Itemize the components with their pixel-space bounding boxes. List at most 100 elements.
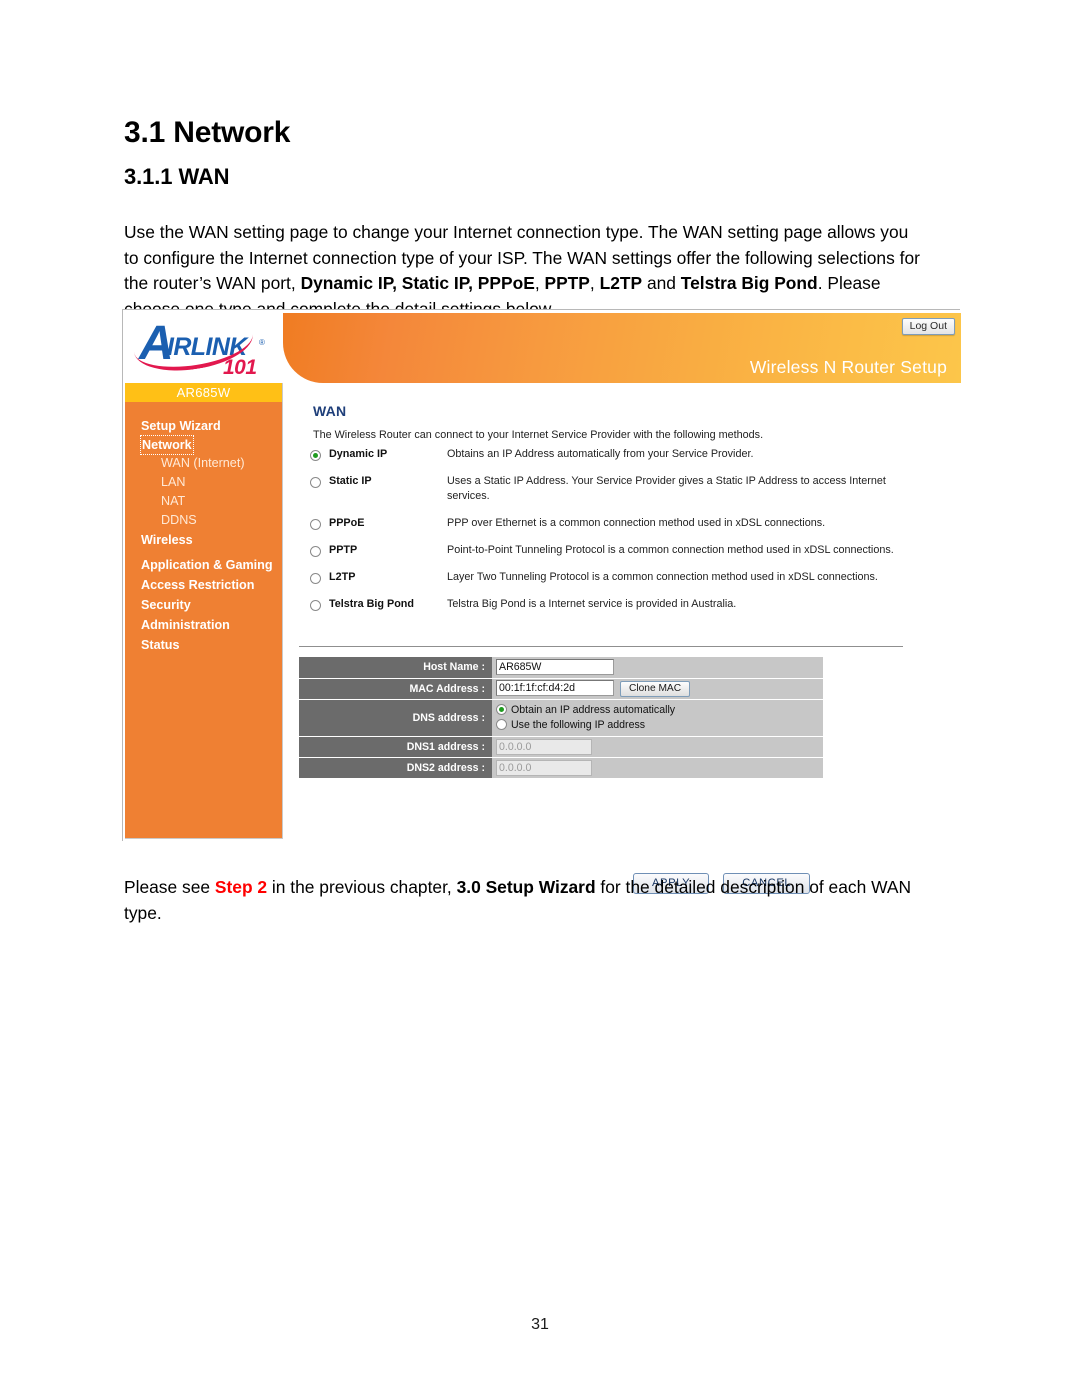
sidebar-item-wireless[interactable]: Wireless	[125, 530, 282, 550]
dns-manual-label: Use the following IP address	[511, 718, 646, 731]
dns-auto-label: Obtain an IP address automatically	[511, 703, 676, 716]
brand-logo: A IRLINK ® 101	[125, 311, 283, 383]
ui-banner: Log Out Wireless N Router Setup	[283, 313, 961, 383]
dns1-input[interactable]	[496, 738, 592, 755]
table-row-dns1: DNS1 address :	[299, 736, 823, 758]
dns2-label: DNS2 address :	[299, 757, 492, 779]
router-ui-screenshot: A IRLINK ® 101 Log Out Wireless N Router…	[122, 309, 961, 894]
table-row-mac-address: MAC Address : Clone MAC	[299, 678, 823, 700]
connection-option-static-ip[interactable]: Static IP Uses a Static IP Address. Your …	[301, 474, 941, 504]
radio-telstra-big-pond-icon[interactable]	[309, 599, 321, 611]
page-number: 31	[531, 1316, 549, 1333]
logo-101: 101	[223, 356, 257, 379]
connection-option-label: PPTP	[329, 544, 358, 556]
intro-paragraph: Use the WAN setting page to change your …	[124, 220, 924, 322]
intro-bold-1: Dynamic IP, Static IP, PPPoE	[300, 273, 535, 294]
connection-option-description: Layer Two Tunneling Protocol is a common…	[447, 571, 878, 583]
model-badge: AR685W	[125, 383, 282, 402]
connection-option-label: Static IP	[329, 475, 372, 487]
sidebar-item-nat[interactable]: NAT	[125, 492, 282, 511]
sidebar: AR685W Setup Wizard Network WAN (Internet)…	[125, 383, 283, 839]
closing-paragraph: Please see Step 2 in the previous chapte…	[124, 875, 924, 926]
connection-option-description: Telstra Big Pond is a Internet service i…	[447, 598, 737, 610]
sidebar-nav: Setup Wizard Network WAN (Internet) LAN NAT D…	[125, 402, 282, 655]
radio-cell	[301, 474, 329, 488]
connection-option-label: Telstra Big Pond	[329, 598, 414, 610]
sidebar-item-status[interactable]: Status	[125, 635, 282, 655]
radio-cell	[301, 597, 329, 611]
intro-bold-3: L2TP	[599, 273, 643, 294]
airlink-logo-icon: A IRLINK ® 101	[133, 315, 281, 381]
dns-manual-radio-icon[interactable]	[496, 719, 507, 731]
wan-settings-table: Host Name : MAC Address : Clone MAC DNS …	[299, 657, 823, 779]
panel-description: The Wireless Router can connect to your …	[313, 429, 764, 441]
sidebar-item-access-restriction[interactable]: Access Restriction	[125, 575, 282, 595]
table-row-dns-address: DNS address : Obtain an IP address autom…	[299, 699, 823, 737]
setup-wizard-reference: 3.0 Setup Wizard	[456, 877, 596, 898]
banner-title: Wireless N Router Setup	[749, 357, 947, 377]
host-name-label: Host Name :	[299, 657, 492, 679]
sidebar-item-network[interactable]: Network	[140, 435, 194, 455]
connection-type-list: Dynamic IP Obtains an IP Address automati…	[301, 447, 941, 624]
intro-bold-4: Telstra Big Pond	[680, 273, 818, 294]
ui-header: A IRLINK ® 101 Log Out Wireless N Router…	[123, 311, 961, 383]
document-page: 3.1 Network 3.1.1 WAN Use the WAN settin…	[0, 0, 1080, 1397]
radio-cell	[301, 570, 329, 584]
sidebar-item-security[interactable]: Security	[125, 595, 282, 615]
table-row-host-name: Host Name :	[299, 657, 823, 679]
dns2-input[interactable]	[496, 759, 592, 776]
radio-pptp-icon[interactable]	[309, 545, 321, 557]
sidebar-item-ddns[interactable]: DDNS	[125, 511, 282, 530]
connection-option-l2tp[interactable]: L2TP Layer Two Tunneling Protocol is a co…	[301, 570, 941, 585]
radio-static-ip-icon[interactable]	[309, 476, 321, 488]
closing-lead: Please see	[124, 877, 215, 898]
connection-option-description: Uses a Static IP Address. Your Service P…	[447, 475, 886, 502]
host-name-input[interactable]	[496, 659, 614, 676]
dns1-cell	[492, 736, 823, 758]
connection-option-label: PPPoE	[329, 517, 365, 529]
intro-mid-2: ,	[589, 273, 600, 294]
mac-address-cell: Clone MAC	[492, 678, 823, 700]
host-name-cell	[492, 657, 823, 679]
intro-bold-2: PPTP	[544, 273, 590, 294]
radio-l2tp-icon[interactable]	[309, 572, 321, 584]
radio-pppoe-icon[interactable]	[309, 518, 321, 530]
sub-heading: 3.1.1 WAN	[124, 164, 230, 190]
connection-option-description: Point-to-Point Tunneling Protocol is a c…	[447, 544, 894, 556]
mac-address-label: MAC Address :	[299, 678, 492, 700]
dns-address-label: DNS address :	[299, 699, 492, 737]
closing-mid: in the previous chapter,	[267, 877, 457, 898]
logout-button[interactable]: Log Out	[901, 318, 955, 335]
dns1-label: DNS1 address :	[299, 736, 492, 758]
sidebar-item-wan-internet[interactable]: WAN (Internet)	[125, 454, 282, 473]
radio-cell	[301, 516, 329, 530]
connection-option-description: PPP over Ethernet is a common connection…	[447, 517, 826, 529]
sidebar-item-administration[interactable]: Administration	[125, 615, 282, 635]
dns-address-cell: Obtain an IP address automatically Use t…	[492, 699, 823, 737]
table-row-dns2: DNS2 address :	[299, 757, 823, 779]
content-panel: WAN The Wireless Router can connect to y…	[283, 383, 961, 894]
connection-option-pptp[interactable]: PPTP Point-to-Point Tunneling Protocol is…	[301, 543, 941, 558]
mac-address-input[interactable]	[496, 680, 614, 696]
dns-auto-radio-icon[interactable]	[496, 704, 507, 716]
sidebar-item-application-gaming[interactable]: Application & Gaming	[125, 555, 282, 575]
radio-cell	[301, 543, 329, 557]
dns2-cell	[492, 757, 823, 779]
dns-manual-option[interactable]: Use the following IP address	[496, 718, 823, 733]
sidebar-item-setup-wizard[interactable]: Setup Wizard	[125, 416, 282, 436]
clone-mac-button[interactable]: Clone MAC	[620, 681, 691, 697]
intro-mid-3: and	[642, 273, 681, 294]
connection-option-telstra-big-pond[interactable]: Telstra Big Pond Telstra Big Pond is a In…	[301, 597, 941, 612]
dns-auto-option[interactable]: Obtain an IP address automatically	[496, 703, 823, 718]
connection-option-description: Obtains an IP Address automatically from…	[447, 448, 754, 460]
page-title: 3.1 Network	[124, 116, 291, 150]
registered-mark-icon: ®	[259, 338, 265, 347]
radio-cell	[301, 447, 329, 461]
sidebar-item-lan[interactable]: LAN	[125, 473, 282, 492]
panel-title: WAN	[313, 403, 347, 419]
step-reference: Step 2	[214, 877, 268, 898]
connection-option-label: Dynamic IP	[329, 448, 388, 460]
radio-dynamic-ip-icon[interactable]	[309, 449, 321, 461]
connection-option-dynamic-ip[interactable]: Dynamic IP Obtains an IP Address automati…	[301, 447, 941, 462]
connection-option-pppoe[interactable]: PPPoE PPP over Ethernet is a common conne…	[301, 516, 941, 531]
